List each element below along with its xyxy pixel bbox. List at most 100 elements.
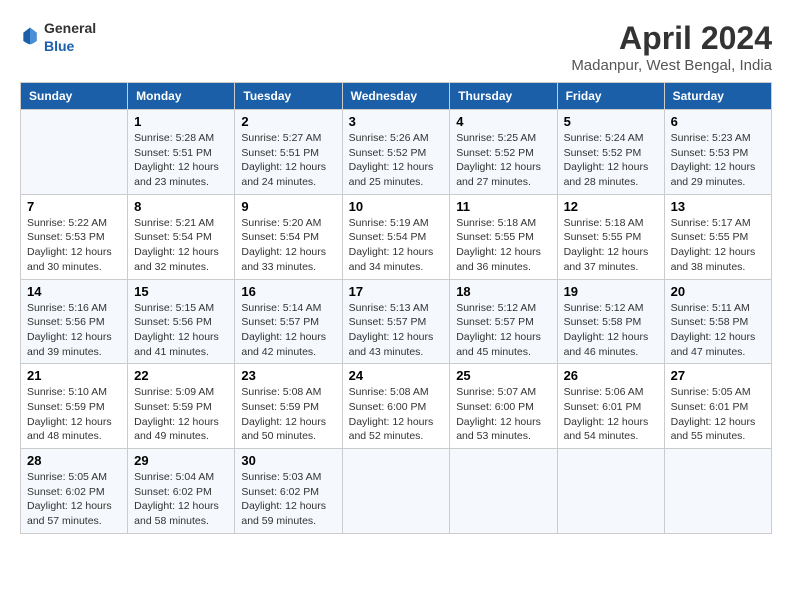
column-header-friday: Friday bbox=[557, 83, 664, 110]
calendar-day-12: 12 Sunrise: 5:18 AMSunset: 5:55 PMDayligh… bbox=[557, 194, 664, 279]
day-number: 17 bbox=[349, 284, 444, 299]
day-number: 4 bbox=[456, 114, 550, 129]
day-info: Sunrise: 5:18 AMSunset: 5:55 PMDaylight:… bbox=[564, 216, 658, 275]
day-info: Sunrise: 5:07 AMSunset: 6:00 PMDaylight:… bbox=[456, 385, 550, 444]
day-info: Sunrise: 5:05 AMSunset: 6:01 PMDaylight:… bbox=[671, 385, 765, 444]
calendar-week-row: 28 Sunrise: 5:05 AMSunset: 6:02 PMDayligh… bbox=[21, 449, 772, 534]
day-info: Sunrise: 5:13 AMSunset: 5:57 PMDaylight:… bbox=[349, 301, 444, 360]
calendar-day-27: 27 Sunrise: 5:05 AMSunset: 6:01 PMDayligh… bbox=[664, 364, 771, 449]
calendar-header-row: SundayMondayTuesdayWednesdayThursdayFrid… bbox=[21, 83, 772, 110]
calendar-day-23: 23 Sunrise: 5:08 AMSunset: 5:59 PMDayligh… bbox=[235, 364, 342, 449]
calendar-day-9: 9Sunrise: 5:20 AMSunset: 5:54 PMDaylight… bbox=[235, 194, 342, 279]
day-info: Sunrise: 5:06 AMSunset: 6:01 PMDaylight:… bbox=[564, 385, 658, 444]
calendar-table: SundayMondayTuesdayWednesdayThursdayFrid… bbox=[20, 82, 772, 534]
subtitle: Madanpur, West Bengal, India bbox=[571, 57, 772, 74]
calendar-day-29: 29 Sunrise: 5:04 AMSunset: 6:02 PMDayligh… bbox=[128, 449, 235, 534]
calendar-empty-cell bbox=[557, 449, 664, 534]
calendar-day-21: 21 Sunrise: 5:10 AMSunset: 5:59 PMDayligh… bbox=[21, 364, 128, 449]
day-number: 28 bbox=[27, 453, 121, 468]
day-number: 2 bbox=[241, 114, 335, 129]
main-title: April 2024 bbox=[571, 20, 772, 57]
column-header-thursday: Thursday bbox=[450, 83, 557, 110]
day-info: Sunrise: 5:12 AMSunset: 5:58 PMDaylight:… bbox=[564, 301, 658, 360]
calendar-day-16: 16Sunrise: 5:14 AMSunset: 5:57 PMDayligh… bbox=[235, 279, 342, 364]
day-info: Sunrise: 5:10 AMSunset: 5:59 PMDaylight:… bbox=[27, 385, 121, 444]
day-number: 11 bbox=[456, 199, 550, 214]
day-info: Sunrise: 5:21 AMSunset: 5:54 PMDaylight:… bbox=[134, 216, 228, 275]
day-info: Sunrise: 5:14 AMSunset: 5:57 PMDaylight:… bbox=[241, 301, 335, 360]
logo-text-blue: Blue bbox=[44, 38, 74, 54]
calendar-day-26: 26 Sunrise: 5:06 AMSunset: 6:01 PMDayligh… bbox=[557, 364, 664, 449]
logo: General Blue bbox=[20, 20, 96, 56]
day-info: Sunrise: 5:05 AMSunset: 6:02 PMDaylight:… bbox=[27, 470, 121, 529]
calendar-day-22: 22Sunrise: 5:09 AMSunset: 5:59 PMDayligh… bbox=[128, 364, 235, 449]
day-number: 21 bbox=[27, 368, 121, 383]
logo-icon bbox=[20, 26, 40, 46]
day-number: 14 bbox=[27, 284, 121, 299]
day-info: Sunrise: 5:08 AMSunset: 5:59 PMDaylight:… bbox=[241, 385, 335, 444]
day-number: 30 bbox=[241, 453, 335, 468]
calendar-week-row: 14 Sunrise: 5:16 AMSunset: 5:56 PMDayligh… bbox=[21, 279, 772, 364]
calendar-day-1: 1Sunrise: 5:28 AMSunset: 5:51 PMDaylight… bbox=[128, 110, 235, 195]
calendar-day-5: 5 Sunrise: 5:24 AMSunset: 5:52 PMDaylight… bbox=[557, 110, 664, 195]
day-number: 23 bbox=[241, 368, 335, 383]
column-header-tuesday: Tuesday bbox=[235, 83, 342, 110]
day-number: 8 bbox=[134, 199, 228, 214]
day-number: 5 bbox=[564, 114, 658, 129]
day-number: 22 bbox=[134, 368, 228, 383]
day-info: Sunrise: 5:23 AMSunset: 5:53 PMDaylight:… bbox=[671, 131, 765, 190]
calendar-day-11: 11 Sunrise: 5:18 AMSunset: 5:55 PMDayligh… bbox=[450, 194, 557, 279]
calendar-empty-cell bbox=[342, 449, 450, 534]
column-header-sunday: Sunday bbox=[21, 83, 128, 110]
calendar-day-14: 14 Sunrise: 5:16 AMSunset: 5:56 PMDayligh… bbox=[21, 279, 128, 364]
logo-text-general: General bbox=[44, 20, 96, 36]
calendar-day-20: 20 Sunrise: 5:11 AMSunset: 5:58 PMDayligh… bbox=[664, 279, 771, 364]
calendar-empty-cell bbox=[450, 449, 557, 534]
day-number: 26 bbox=[564, 368, 658, 383]
calendar-day-3: 3 Sunrise: 5:26 AMSunset: 5:52 PMDaylight… bbox=[342, 110, 450, 195]
calendar-day-8: 8 Sunrise: 5:21 AMSunset: 5:54 PMDaylight… bbox=[128, 194, 235, 279]
day-info: Sunrise: 5:11 AMSunset: 5:58 PMDaylight:… bbox=[671, 301, 765, 360]
day-number: 25 bbox=[456, 368, 550, 383]
calendar-day-7: 7 Sunrise: 5:22 AMSunset: 5:53 PMDaylight… bbox=[21, 194, 128, 279]
day-info: Sunrise: 5:16 AMSunset: 5:56 PMDaylight:… bbox=[27, 301, 121, 360]
calendar-empty-cell bbox=[664, 449, 771, 534]
column-header-monday: Monday bbox=[128, 83, 235, 110]
day-number: 13 bbox=[671, 199, 765, 214]
day-info: Sunrise: 5:24 AMSunset: 5:52 PMDaylight:… bbox=[564, 131, 658, 190]
day-info: Sunrise: 5:22 AMSunset: 5:53 PMDaylight:… bbox=[27, 216, 121, 275]
column-header-saturday: Saturday bbox=[664, 83, 771, 110]
day-number: 6 bbox=[671, 114, 765, 129]
day-info: Sunrise: 5:04 AMSunset: 6:02 PMDaylight:… bbox=[134, 470, 228, 529]
day-number: 15 bbox=[134, 284, 228, 299]
calendar-day-13: 13Sunrise: 5:17 AMSunset: 5:55 PMDayligh… bbox=[664, 194, 771, 279]
calendar-day-25: 25 Sunrise: 5:07 AMSunset: 6:00 PMDayligh… bbox=[450, 364, 557, 449]
day-number: 29 bbox=[134, 453, 228, 468]
calendar-day-15: 15 Sunrise: 5:15 AMSunset: 5:56 PMDayligh… bbox=[128, 279, 235, 364]
day-number: 19 bbox=[564, 284, 658, 299]
day-info: Sunrise: 5:03 AMSunset: 6:02 PMDaylight:… bbox=[241, 470, 335, 529]
day-number: 10 bbox=[349, 199, 444, 214]
calendar-day-18: 18Sunrise: 5:12 AMSunset: 5:57 PMDayligh… bbox=[450, 279, 557, 364]
day-number: 3 bbox=[349, 114, 444, 129]
day-number: 18 bbox=[456, 284, 550, 299]
day-info: Sunrise: 5:20 AMSunset: 5:54 PMDaylight:… bbox=[241, 216, 335, 275]
day-number: 12 bbox=[564, 199, 658, 214]
calendar-day-10: 10 Sunrise: 5:19 AMSunset: 5:54 PMDayligh… bbox=[342, 194, 450, 279]
calendar-day-2: 2 Sunrise: 5:27 AMSunset: 5:51 PMDaylight… bbox=[235, 110, 342, 195]
day-info: Sunrise: 5:27 AMSunset: 5:51 PMDaylight:… bbox=[241, 131, 335, 190]
day-number: 27 bbox=[671, 368, 765, 383]
calendar-day-28: 28 Sunrise: 5:05 AMSunset: 6:02 PMDayligh… bbox=[21, 449, 128, 534]
day-info: Sunrise: 5:26 AMSunset: 5:52 PMDaylight:… bbox=[349, 131, 444, 190]
page-header: General Blue April 2024 Madanpur, West B… bbox=[20, 20, 772, 74]
day-number: 7 bbox=[27, 199, 121, 214]
calendar-day-30: 30 Sunrise: 5:03 AMSunset: 6:02 PMDayligh… bbox=[235, 449, 342, 534]
calendar-day-17: 17 Sunrise: 5:13 AMSunset: 5:57 PMDayligh… bbox=[342, 279, 450, 364]
day-number: 20 bbox=[671, 284, 765, 299]
day-info: Sunrise: 5:08 AMSunset: 6:00 PMDaylight:… bbox=[349, 385, 444, 444]
day-info: Sunrise: 5:15 AMSunset: 5:56 PMDaylight:… bbox=[134, 301, 228, 360]
calendar-day-6: 6 Sunrise: 5:23 AMSunset: 5:53 PMDaylight… bbox=[664, 110, 771, 195]
day-info: Sunrise: 5:18 AMSunset: 5:55 PMDaylight:… bbox=[456, 216, 550, 275]
day-info: Sunrise: 5:19 AMSunset: 5:54 PMDaylight:… bbox=[349, 216, 444, 275]
calendar-day-24: 24Sunrise: 5:08 AMSunset: 6:00 PMDayligh… bbox=[342, 364, 450, 449]
